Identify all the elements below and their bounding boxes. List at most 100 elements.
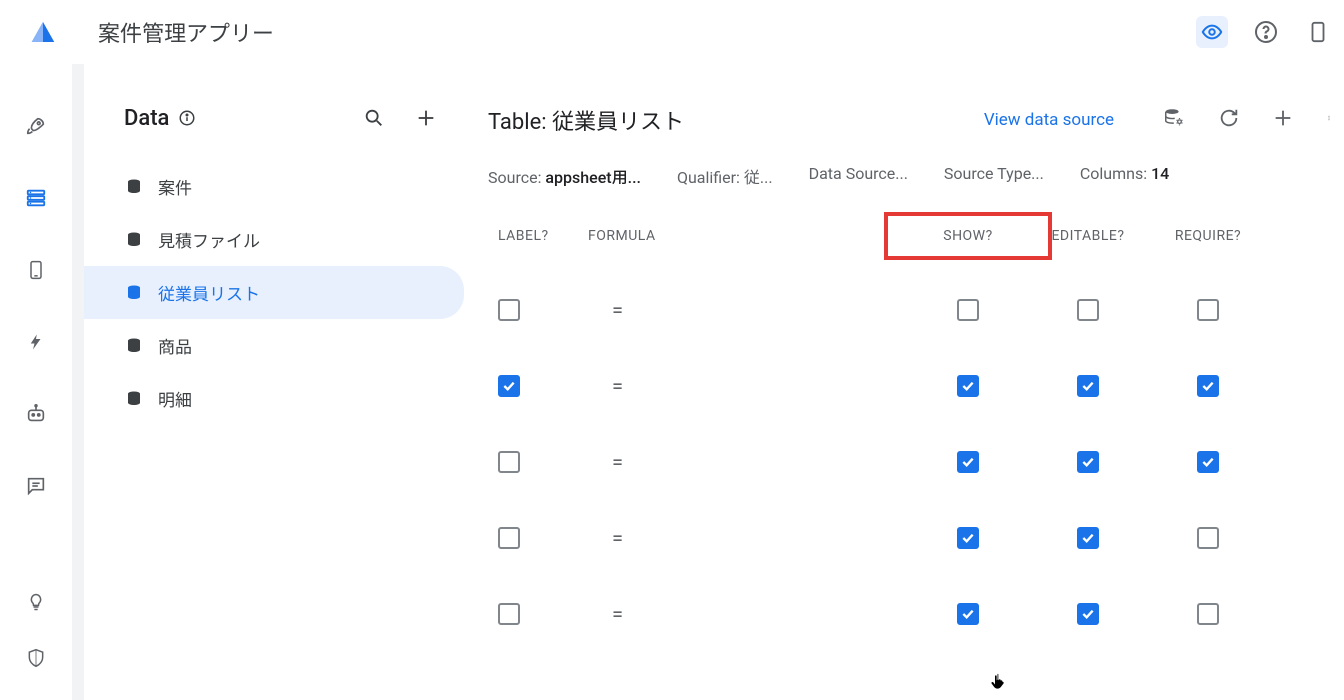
view-data-source-link[interactable]: View data source [984, 110, 1114, 130]
sidebar-item-label: 従業員リスト [158, 280, 260, 305]
data-header: Data [84, 104, 464, 160]
database-icon [124, 283, 144, 303]
mobile-icon[interactable] [22, 256, 50, 284]
rocket-icon[interactable] [22, 112, 50, 140]
main: Data 案件 見積ファイル 従業員リスト [72, 64, 1344, 700]
app-title: 案件管理アプリー [98, 16, 1196, 48]
refresh-icon[interactable] [1218, 107, 1240, 133]
cell-formula[interactable]: = [588, 374, 908, 398]
col-header-formula[interactable]: FORMULA [588, 228, 908, 244]
column-header-row: LABEL? FORMULA SHOW? EDITABLE? REQUIRE? [488, 228, 1344, 244]
cell-editable [1028, 299, 1148, 321]
cell-editable [1028, 451, 1148, 473]
col-header-require[interactable]: REQUIRE? [1148, 228, 1268, 244]
scrollbar-track[interactable] [72, 64, 84, 700]
help-icon[interactable] [1252, 18, 1280, 46]
table-row: = [488, 348, 1344, 424]
checkbox[interactable] [498, 375, 520, 397]
cell-editable [1028, 603, 1148, 625]
table-row: = [488, 500, 1344, 576]
cell-require [1148, 527, 1268, 549]
chat-icon[interactable] [22, 472, 50, 500]
checkbox[interactable] [498, 603, 520, 625]
preview-button[interactable] [1196, 16, 1228, 48]
checkbox[interactable] [957, 527, 979, 549]
topbar-actions [1196, 16, 1332, 48]
sidebar-item-label: 見積ファイル [158, 227, 260, 252]
checkbox[interactable] [1197, 603, 1219, 625]
meta-sourcetype: Source Type... [944, 164, 1044, 188]
table-row: = [488, 272, 1344, 348]
checkbox[interactable] [1197, 451, 1219, 473]
add-icon[interactable] [412, 104, 440, 132]
cell-label [488, 451, 588, 473]
bolt-icon[interactable] [22, 328, 50, 356]
cell-label [488, 603, 588, 625]
cell-require [1148, 375, 1268, 397]
database-icon [124, 177, 144, 197]
checkbox[interactable] [957, 375, 979, 397]
annotation-highlight [884, 212, 1052, 260]
left-rail [0, 64, 72, 700]
data-tab-icon[interactable] [22, 184, 50, 212]
table-rows: = = = = = [488, 272, 1344, 652]
col-header-label[interactable]: LABEL? [488, 228, 588, 244]
sidebar-item-label: 商品 [158, 333, 192, 358]
checkbox[interactable] [957, 451, 979, 473]
datasource-settings-icon[interactable] [1162, 107, 1186, 133]
meta-columns: Columns: 14 [1080, 164, 1169, 188]
cell-show [908, 451, 1028, 473]
sidebar-item-label: 明細 [158, 386, 192, 411]
database-icon [124, 389, 144, 409]
checkbox[interactable] [498, 299, 520, 321]
checkbox[interactable] [1077, 527, 1099, 549]
meta-datasource: Data Source... [809, 164, 908, 188]
checkbox[interactable] [498, 527, 520, 549]
info-icon[interactable] [177, 108, 197, 128]
bulb-icon[interactable] [22, 588, 50, 616]
devices-icon[interactable] [1304, 18, 1332, 46]
col-header-show[interactable]: SHOW? [908, 228, 1028, 244]
cell-formula[interactable]: = [588, 526, 908, 550]
checkbox[interactable] [957, 299, 979, 321]
checkbox[interactable] [498, 451, 520, 473]
sidebar-item-mitsumori[interactable]: 見積ファイル [84, 213, 464, 266]
sidebar-item-shohin[interactable]: 商品 [84, 319, 464, 372]
cell-editable [1028, 375, 1148, 397]
sidebar-item-meisai[interactable]: 明細 [84, 372, 464, 425]
table-meta-row: Source: appsheet用... Qualifier: 従... Dat… [488, 164, 1344, 188]
cell-show [908, 299, 1028, 321]
cell-formula[interactable]: = [588, 602, 908, 626]
cell-label [488, 527, 588, 549]
checkbox[interactable] [1077, 603, 1099, 625]
sidebar-item-jugyoin[interactable]: 従業員リスト [84, 266, 464, 319]
checkbox[interactable] [1077, 375, 1099, 397]
more-icon[interactable] [1326, 107, 1332, 133]
cell-formula[interactable]: = [588, 298, 908, 322]
table-panel: Table: 従業員リスト View data source Source: a… [464, 64, 1344, 700]
data-title: Data [124, 106, 169, 131]
shield-icon[interactable] [22, 644, 50, 672]
robot-icon[interactable] [22, 400, 50, 428]
data-panel: Data 案件 見積ファイル 従業員リスト [84, 64, 464, 700]
cell-editable [1028, 527, 1148, 549]
search-icon[interactable] [360, 104, 388, 132]
cell-show [908, 527, 1028, 549]
sidebar-item-anken[interactable]: 案件 [84, 160, 464, 213]
checkbox[interactable] [1077, 299, 1099, 321]
checkbox[interactable] [957, 603, 979, 625]
topbar: 案件管理アプリー [0, 0, 1344, 64]
meta-source: Source: appsheet用... [488, 164, 641, 188]
table-row: = [488, 576, 1344, 652]
appsheet-logo-icon [28, 17, 58, 47]
checkbox[interactable] [1197, 375, 1219, 397]
add-column-icon[interactable] [1272, 107, 1294, 133]
cell-formula[interactable]: = [588, 450, 908, 474]
table-title: Table: 従業員リスト [488, 104, 684, 136]
checkbox[interactable] [1197, 299, 1219, 321]
checkbox[interactable] [1197, 527, 1219, 549]
checkbox[interactable] [1077, 451, 1099, 473]
cell-show [908, 375, 1028, 397]
table-head-row: Table: 従業員リスト View data source [488, 104, 1344, 136]
table-row: = [488, 424, 1344, 500]
